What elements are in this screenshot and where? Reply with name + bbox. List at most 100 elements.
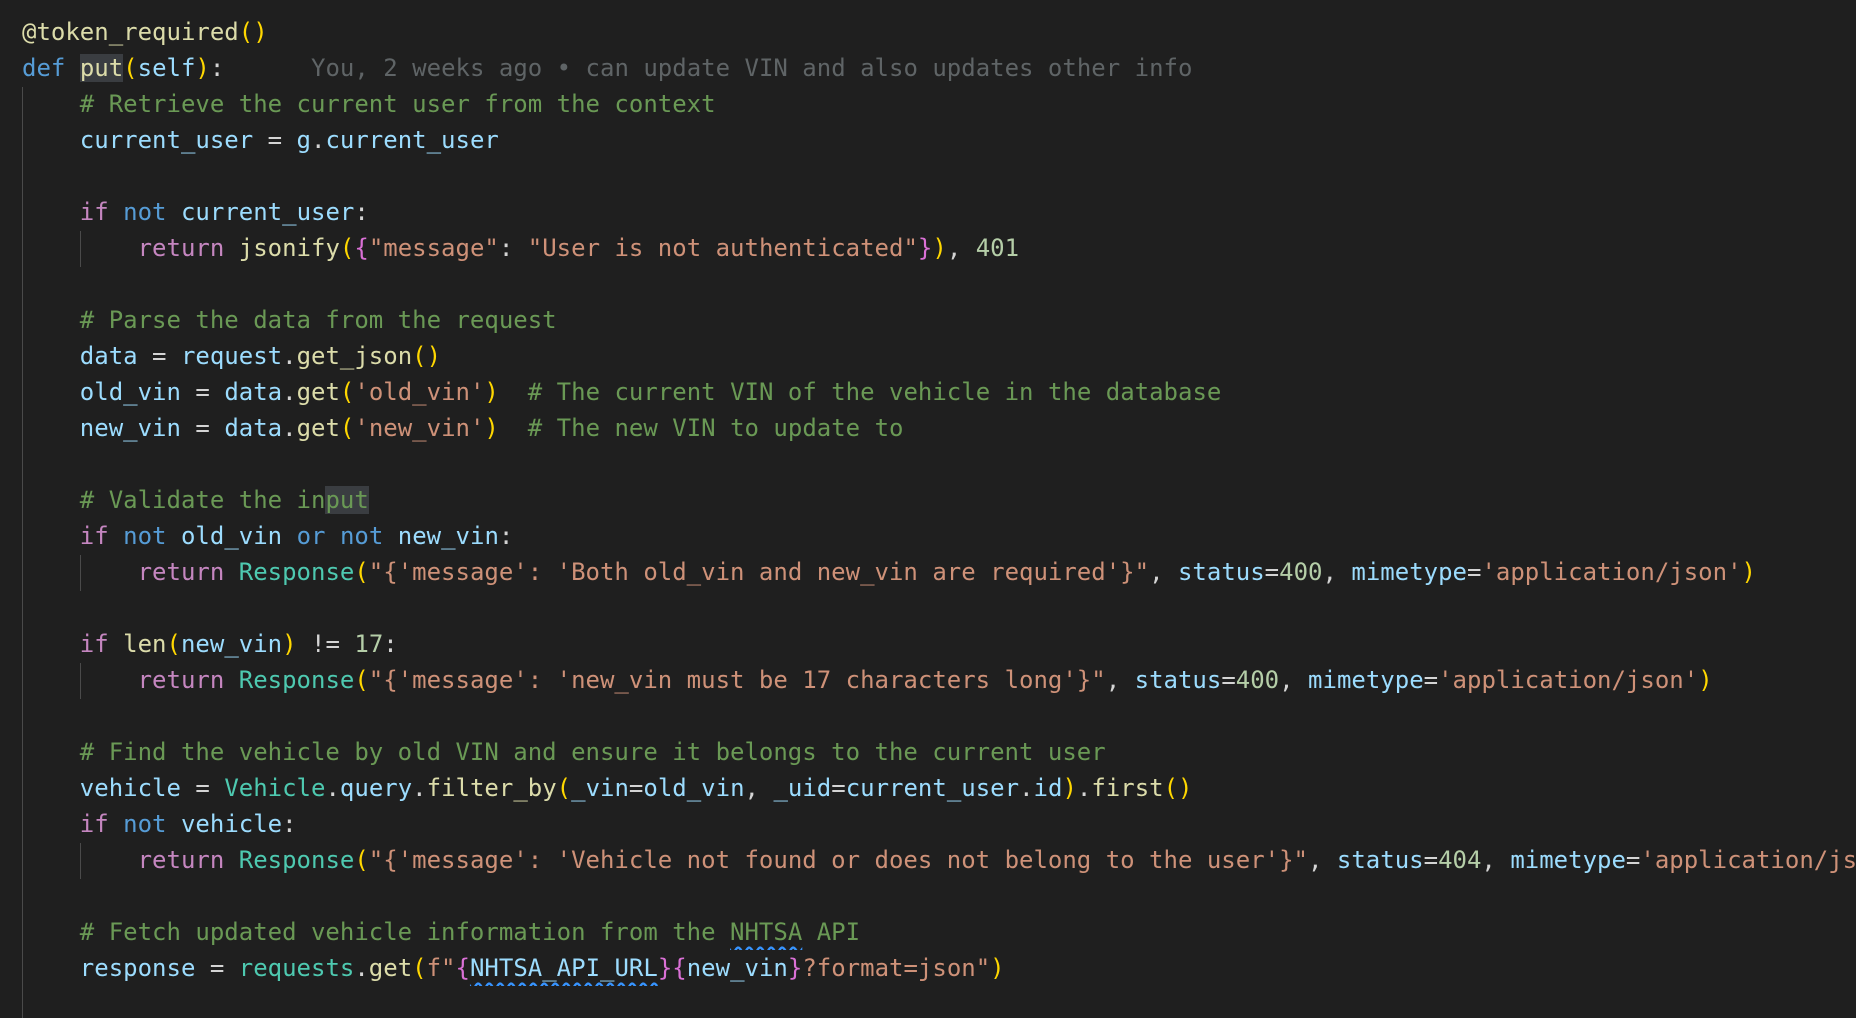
code-token: get_json (296, 342, 413, 370)
code-token: , (946, 234, 976, 262)
code-token: not (123, 810, 167, 838)
code-token: } (787, 954, 803, 982)
code-token: 'old_vin' (354, 378, 485, 406)
code-editor[interactable]: @token_required() def put(self): You, 2 w… (0, 0, 1856, 1018)
code-token: # Fetch updated vehicle information from… (79, 918, 731, 946)
code-token: not (123, 198, 167, 226)
code-token: "{'message': 'new_vin must be 17 charact… (368, 666, 1106, 694)
code-token: ( (354, 846, 369, 874)
code-token: , (1279, 666, 1309, 694)
code-token: { (354, 234, 369, 262)
code-line[interactable]: vehicle = Vehicle.query.filter_by(_vin=o… (22, 770, 1856, 806)
code-line[interactable] (22, 698, 1856, 734)
code-token: , (1322, 558, 1352, 586)
code-token: = (180, 774, 225, 802)
code-line[interactable] (22, 446, 1856, 482)
code-token: () (1163, 774, 1193, 802)
code-line[interactable]: if not current_user: (22, 194, 1856, 230)
code-token: status (1134, 666, 1222, 694)
code-token: = (831, 774, 846, 802)
code-token: # Find the vehicle by old VIN and ensure… (79, 738, 1106, 766)
code-token: . (1076, 774, 1092, 802)
code-line[interactable] (22, 878, 1856, 914)
code-token: put (325, 486, 369, 514)
code-token: Response (238, 558, 355, 586)
code-token: # The new VIN to update to (527, 414, 904, 442)
code-line[interactable]: response = requests.get(f"{NHTSA_API_URL… (22, 950, 1856, 986)
code-token: = (1625, 846, 1641, 874)
code-token: API (802, 918, 861, 946)
code-token: : (354, 198, 369, 226)
code-token: . (412, 774, 427, 802)
code-line[interactable]: new_vin = data.get('new_vin') # The new … (22, 410, 1856, 446)
code-token: ) (1698, 666, 1713, 694)
code-token: ( (123, 54, 138, 82)
code-token: old_vin (180, 522, 283, 550)
code-line[interactable]: current_user = g.current_user (22, 122, 1856, 158)
code-line[interactable] (22, 266, 1856, 302)
code-line[interactable]: old_vin = data.get('old_vin') # The curr… (22, 374, 1856, 410)
code-token: ( (339, 378, 355, 406)
code-line[interactable]: return jsonify({"message": "User is not … (22, 230, 1856, 266)
code-token: != (296, 630, 355, 658)
code-token: () (238, 18, 268, 46)
code-token: get (296, 414, 340, 442)
code-line[interactable]: return Response("{'message': 'new_vin mu… (22, 662, 1856, 698)
code-token: 'application/json' (1481, 558, 1742, 586)
code-token: # The current VIN of the vehicle in the … (527, 378, 1222, 406)
code-line[interactable]: data = request.get_json() (22, 338, 1856, 374)
code-token: _vin (571, 774, 629, 802)
code-line[interactable]: @token_required() (22, 14, 1856, 50)
code-token: jsonify (238, 234, 340, 262)
code-line[interactable]: def put(self): You, 2 weeks ago • can up… (22, 50, 1856, 86)
code-token: : (282, 810, 297, 838)
code-line[interactable]: return Response("{'message': 'Both old_v… (22, 554, 1856, 590)
code-token: not (339, 522, 384, 550)
code-line[interactable] (22, 158, 1856, 194)
code-token: Response (238, 666, 355, 694)
code-line[interactable]: if not vehicle: (22, 806, 1856, 842)
code-token: = (180, 378, 225, 406)
code-token: get (296, 378, 340, 406)
code-token: ) (195, 54, 210, 82)
code-token: current_user (180, 198, 355, 226)
code-token: ) (484, 414, 499, 442)
code-token: 17 (354, 630, 384, 658)
git-blame-annotation[interactable]: You, 2 weeks ago • can update VIN and al… (224, 54, 1192, 82)
code-token: . (311, 126, 326, 154)
code-token: current_user (79, 126, 254, 154)
code-token: if (79, 198, 109, 226)
code-line[interactable]: # Retrieve the current user from the con… (22, 86, 1856, 122)
code-token: # Validate the in (79, 486, 326, 514)
code-token: . (282, 414, 297, 442)
code-line[interactable]: return Response("{'message': 'Vehicle no… (22, 842, 1856, 878)
code-line[interactable]: # Fetch updated vehicle information from… (22, 914, 1856, 950)
code-token: , (1308, 846, 1337, 874)
code-token: , (744, 774, 774, 802)
code-line[interactable]: # Validate the input (22, 482, 1856, 518)
code-line[interactable]: # Parse the data from the request (22, 302, 1856, 338)
code-token: ) (1741, 558, 1756, 586)
code-token: len (123, 630, 167, 658)
code-token: "User is not authenticated" (527, 234, 918, 262)
code-line[interactable]: # Find the vehicle by old VIN and ensure… (22, 734, 1856, 770)
code-line[interactable] (22, 590, 1856, 626)
code-token: current_user (845, 774, 1020, 802)
code-token: # Parse the data from the request (79, 306, 557, 334)
code-line[interactable]: if len(new_vin) != 17: (22, 626, 1856, 662)
code-token: , (1149, 558, 1178, 586)
code-line[interactable]: if not old_vin or not new_vin: (22, 518, 1856, 554)
